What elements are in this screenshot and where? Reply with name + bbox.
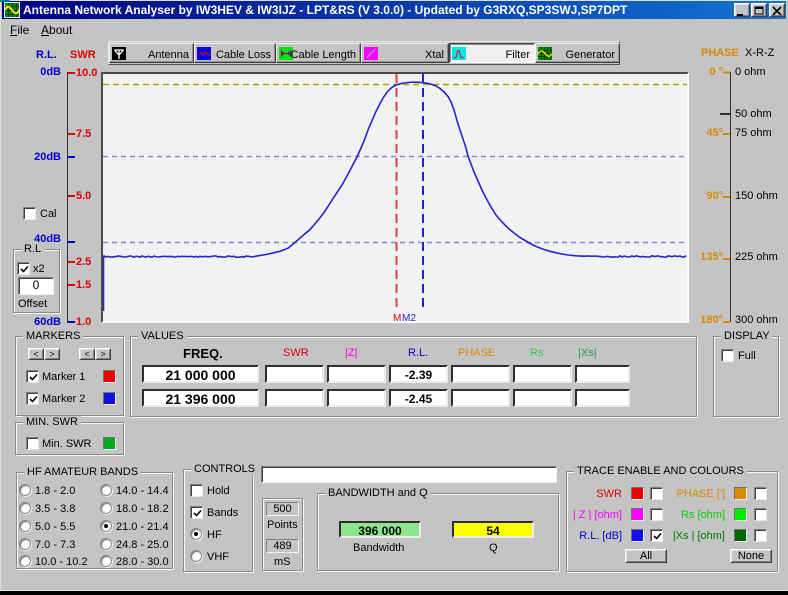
svg-text:M: M (393, 313, 401, 321)
svg-text:M2: M2 (402, 313, 416, 321)
